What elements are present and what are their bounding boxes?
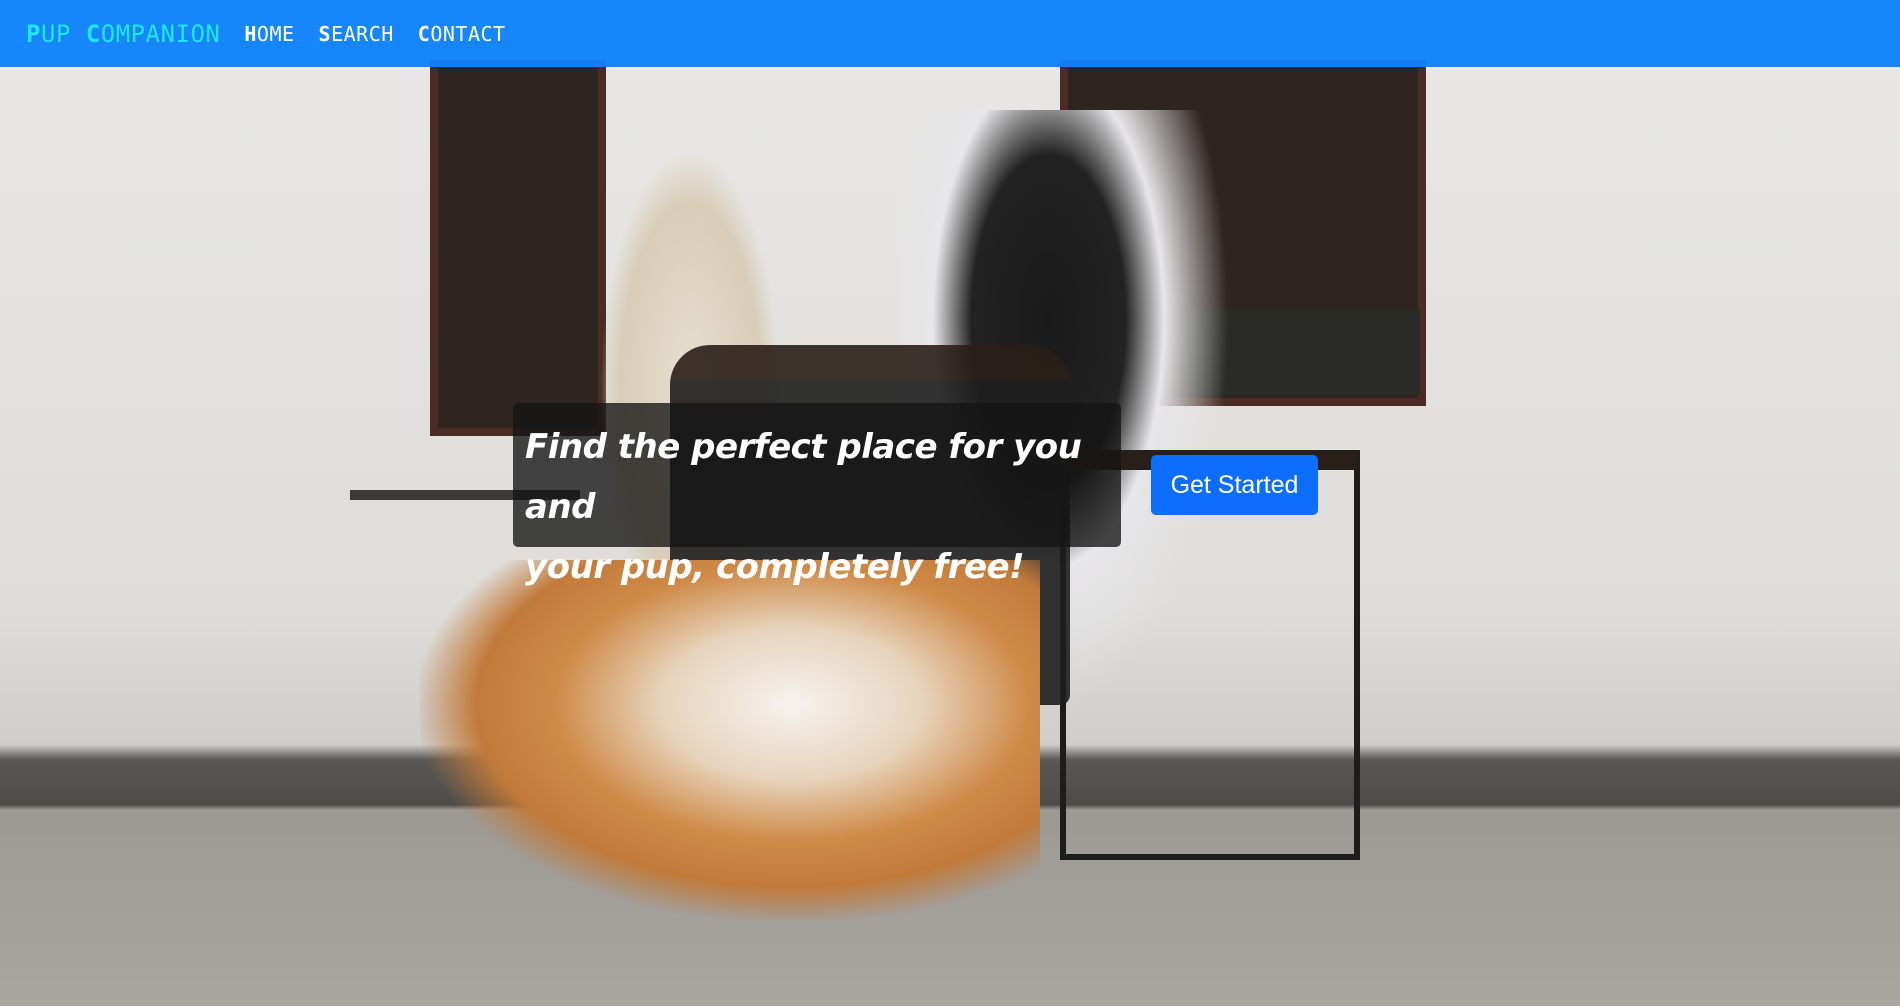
nav-link-text: C (417, 21, 431, 46)
brand-text: UP (40, 19, 71, 48)
hero-tagline: Find the perfect place for you and your … (513, 403, 1121, 587)
corgi (420, 560, 1040, 920)
navbar: PUP COMPANION HOME SEARCH CONTACT (0, 0, 1900, 67)
window (430, 60, 606, 436)
brand-text: OMPANION (100, 19, 221, 48)
tagline-line: your pup, completely free! (525, 547, 1025, 587)
tagline-line: Find the perfect place for you and (525, 427, 1082, 527)
nav-link-text: EARCH (331, 21, 394, 46)
brand-logo[interactable]: PUP COMPANION (26, 20, 220, 48)
nav-link-search[interactable]: SEARCH (319, 22, 394, 46)
nav-link-home[interactable]: HOME (244, 22, 294, 46)
nav-link-text: OME (256, 21, 295, 46)
nav-link-text: H (244, 21, 257, 46)
get-started-button[interactable]: Get Started (1151, 455, 1318, 515)
brand-text: C (85, 19, 101, 48)
nav-link-contact[interactable]: CONTACT (418, 22, 506, 46)
nav-link-text: ONTACT (430, 21, 506, 46)
nav-link-text: S (318, 21, 332, 46)
brand-text: P (26, 19, 41, 48)
